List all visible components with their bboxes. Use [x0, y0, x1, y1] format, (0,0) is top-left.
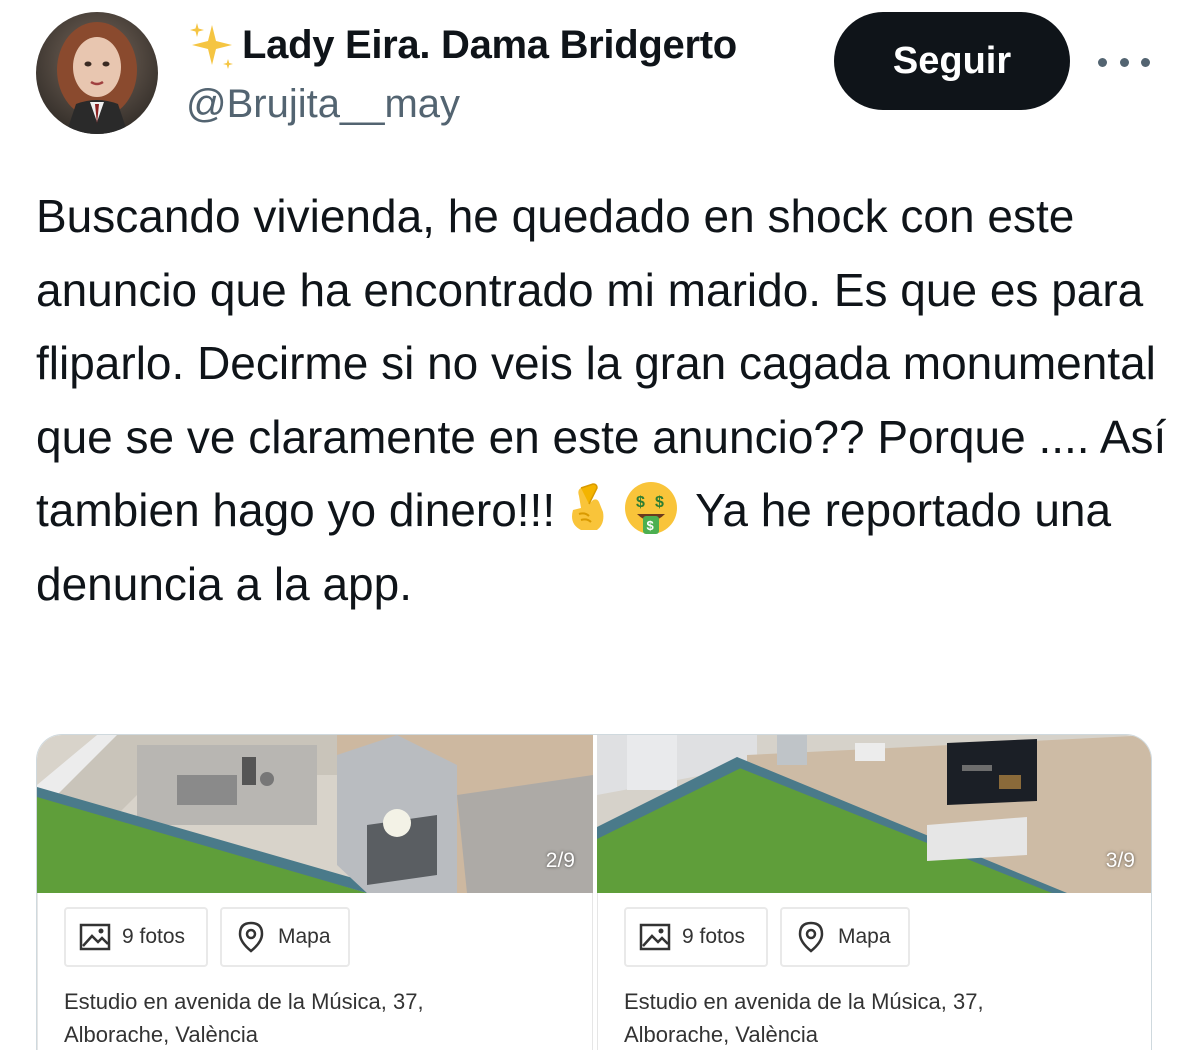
- image-icon: [639, 923, 671, 951]
- avatar[interactable]: [36, 12, 158, 134]
- room-photo: [37, 735, 593, 893]
- money-mouth-face-emoji: $ $ $: [623, 480, 679, 536]
- display-name[interactable]: Lady Eira. Dama Bridgerto: [242, 23, 737, 68]
- follow-button[interactable]: Seguir: [834, 12, 1070, 110]
- map-label: Mapa: [278, 925, 331, 948]
- more-options-icon[interactable]: [1098, 50, 1150, 74]
- user-handle[interactable]: @Brujita__may: [186, 82, 460, 127]
- profile-photo: [36, 12, 158, 134]
- listing-screenshot-2[interactable]: 3/9 9 fotos Mapa Estudio en avenida de l…: [597, 735, 1151, 1050]
- photos-label: 9 fotos: [122, 925, 186, 948]
- address-line-2: Alborache, València: [624, 1022, 819, 1047]
- room-photo: [597, 735, 1151, 893]
- address-line-1: Estudio en avenida de la Música, 37,: [624, 989, 984, 1014]
- listing-screenshot-1[interactable]: 2/9 9 fotos Mapa Estudio en avenida de l…: [37, 735, 593, 1050]
- photo-counter: 2/9: [545, 849, 575, 872]
- photos-label: 9 fotos: [682, 925, 746, 948]
- sparkles-icon: [190, 23, 233, 69]
- tweet-media[interactable]: 2/9 9 fotos Mapa Estudio en avenida de l…: [36, 734, 1152, 1050]
- crossed-fingers-emoji: [559, 480, 615, 536]
- photos-button[interactable]: 9 fotos: [64, 907, 208, 967]
- svg-text:$: $: [655, 494, 664, 511]
- author-name-row[interactable]: Lady Eira. Dama Bridgerto: [186, 14, 811, 76]
- map-pin-icon: [798, 921, 824, 953]
- address-line-2: Alborache, València: [64, 1022, 259, 1047]
- image-icon: [79, 923, 111, 951]
- listing-info: 9 fotos Mapa Estudio en avenida de la Mú…: [597, 893, 1151, 1050]
- listing-address: Estudio en avenida de la Música, 37, Alb…: [64, 985, 574, 1050]
- tweet-text: Buscando vivienda, he quedado en shock c…: [36, 180, 1176, 621]
- svg-text:$: $: [647, 518, 655, 533]
- map-pin-icon: [238, 921, 264, 953]
- map-label: Mapa: [838, 925, 891, 948]
- svg-text:$: $: [636, 494, 645, 511]
- map-button[interactable]: Mapa: [220, 907, 350, 967]
- photos-button[interactable]: 9 fotos: [624, 907, 768, 967]
- listing-info: 9 fotos Mapa Estudio en avenida de la Mú…: [37, 893, 593, 1050]
- address-line-1: Estudio en avenida de la Música, 37,: [64, 989, 424, 1014]
- map-button[interactable]: Mapa: [780, 907, 910, 967]
- listing-address: Estudio en avenida de la Música, 37, Alb…: [624, 985, 1134, 1050]
- photo-counter: 3/9: [1105, 849, 1135, 872]
